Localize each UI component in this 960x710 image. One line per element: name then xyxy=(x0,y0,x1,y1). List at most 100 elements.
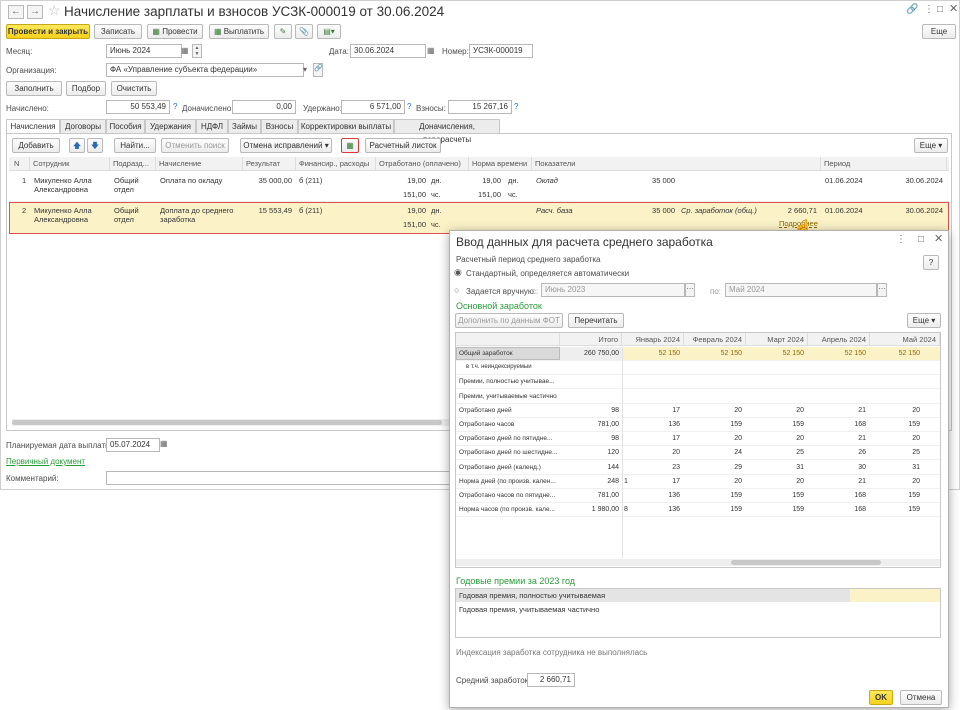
to-field[interactable]: Май 2024 xyxy=(725,283,877,297)
horizontal-scrollbar[interactable] xyxy=(12,419,449,426)
month-stepper[interactable]: ▲ ▼ xyxy=(192,44,202,58)
ok-button[interactable]: OK xyxy=(869,690,893,705)
grid-cell[interactable]: 20 xyxy=(684,478,742,485)
report-icon[interactable]: ▤▾ xyxy=(317,24,341,39)
grid-cell[interactable]: 159 xyxy=(870,421,920,428)
cancel-corrections-button[interactable]: Отмена исправлений ▾ xyxy=(240,138,332,153)
tab-contracts[interactable]: Договоры xyxy=(60,119,106,133)
grid-col-header[interactable]: Апрель 2024 xyxy=(808,333,870,346)
clear-button[interactable]: Очистить xyxy=(111,81,157,96)
col-period[interactable]: Период xyxy=(821,157,947,171)
col-financing[interactable]: Финансир., расходы xyxy=(296,157,376,171)
grid-cell[interactable]: 21 xyxy=(808,407,866,414)
grid-cell[interactable]: 168 xyxy=(808,421,866,428)
grid-cell[interactable]: 20 xyxy=(684,407,742,414)
cancel-button[interactable]: Отмена xyxy=(900,690,942,705)
grid-cell[interactable]: 136 xyxy=(622,506,680,513)
grid-col-header[interactable]: Январь 2024 xyxy=(622,333,684,346)
tab-more-button[interactable]: Еще ▾ xyxy=(914,138,948,153)
number-field[interactable]: УСЗК-000019 xyxy=(469,44,533,58)
move-up-icon[interactable]: 🡅 xyxy=(69,138,85,153)
grid-cell[interactable]: 159 xyxy=(746,506,804,513)
accrued-help[interactable]: ? xyxy=(173,102,177,111)
grid-col-header[interactable]: Май 2024 xyxy=(870,333,940,346)
grid-cell[interactable]: 136 xyxy=(622,492,680,499)
grid-scrollbar[interactable] xyxy=(456,559,940,566)
from-field[interactable]: Июнь 2023 xyxy=(541,283,685,297)
recalc-button[interactable]: Перечитать xyxy=(568,313,624,328)
grid-cell[interactable]: 25 xyxy=(746,449,804,456)
contrib-help[interactable]: ? xyxy=(514,102,518,111)
grid-cell[interactable]: 159 xyxy=(684,421,742,428)
grid-col-header[interactable]: Февраль 2024 xyxy=(684,333,746,346)
tab-accruals[interactable]: Начисления xyxy=(6,119,60,134)
grid-cell[interactable]: 26 xyxy=(808,449,866,456)
fill-button[interactable]: Заполнить xyxy=(6,81,62,96)
grid-cell[interactable]: 52 150 xyxy=(870,350,920,357)
org-dropdown-icon[interactable]: ▾ xyxy=(303,64,307,76)
pay-date-field[interactable]: 05.07.2024 xyxy=(106,438,160,452)
save-button[interactable]: Записать xyxy=(94,24,142,39)
col-employee[interactable]: Сотрудник xyxy=(30,157,110,171)
grid-cell[interactable]: 52 150 xyxy=(684,350,742,357)
grid-cell[interactable]: 29 xyxy=(684,464,742,471)
col-accrual[interactable]: Начисление xyxy=(156,157,243,171)
org-open-icon[interactable]: 🔗 xyxy=(313,63,323,77)
tab-ndfl[interactable]: НДФЛ xyxy=(196,119,228,133)
edit-icon[interactable]: ✎ xyxy=(274,24,292,39)
select-button[interactable]: Подбор xyxy=(66,81,106,96)
dialog-maximize-icon[interactable]: □ xyxy=(918,234,924,246)
grid-scrollbar-thumb[interactable] xyxy=(731,560,881,565)
grid-cell[interactable]: 17 xyxy=(622,478,680,485)
radio-auto-icon[interactable]: ◉ xyxy=(454,266,462,278)
grid-cell[interactable]: 52 150 xyxy=(808,350,866,357)
grid-cell[interactable]: 20 xyxy=(684,435,742,442)
grid-cell[interactable]: 31 xyxy=(746,464,804,471)
grid-col-header[interactable] xyxy=(456,333,560,346)
close-icon[interactable]: ✕ xyxy=(949,3,958,15)
grid-cell[interactable]: 23 xyxy=(622,464,680,471)
comment-field[interactable] xyxy=(106,471,451,485)
add-button[interactable]: Добавить xyxy=(12,138,60,153)
grid-cell[interactable]: 20 xyxy=(746,478,804,485)
col-n[interactable]: N xyxy=(11,157,30,171)
grid-cell[interactable]: 52 150 xyxy=(746,350,804,357)
grid-cell[interactable]: 20 xyxy=(870,435,920,442)
star-icon[interactable]: ☆ xyxy=(48,3,61,17)
from-stepper[interactable]: ⋯ xyxy=(685,283,695,297)
grid-cell[interactable]: 20 xyxy=(870,407,920,414)
post-button[interactable]: ▦ Провести xyxy=(147,24,203,39)
pay-button[interactable]: ▦ Выплатить xyxy=(209,24,269,39)
grid-cell[interactable]: 25 xyxy=(870,449,920,456)
fill-fot-button[interactable]: Дополнить по данным ФОТ xyxy=(455,313,563,328)
col-indicators[interactable]: Показатели xyxy=(532,157,821,171)
scrollbar-thumb[interactable] xyxy=(12,420,442,425)
back-icon[interactable]: ← xyxy=(8,5,24,19)
month-field[interactable]: Июнь 2024 xyxy=(106,44,182,58)
radio-manual-icon[interactable]: ○ xyxy=(454,284,459,296)
grid-cell[interactable]: 168 xyxy=(808,492,866,499)
bonus-row-value[interactable] xyxy=(850,589,940,602)
grid-cell[interactable]: 20 xyxy=(746,435,804,442)
col-result[interactable]: Результат xyxy=(243,157,296,171)
org-field[interactable]: ФА «Управление субъекта федерации» xyxy=(106,63,304,77)
more-button[interactable]: Еще xyxy=(922,24,956,39)
month-calendar-icon[interactable]: ▦ xyxy=(181,45,189,57)
grid-cell[interactable]: 159 xyxy=(684,492,742,499)
menu-dots-icon[interactable]: ⋮ xyxy=(924,4,934,16)
average-earnings-icon[interactable]: ▦ xyxy=(341,138,359,153)
grid-cell[interactable]: 30 xyxy=(808,464,866,471)
pay-date-calendar-icon[interactable]: ▦ xyxy=(160,438,168,450)
grid-cell[interactable]: 31 xyxy=(870,464,920,471)
grid-cell[interactable]: 20 xyxy=(746,407,804,414)
tab-adjustments[interactable]: Корректировки выплаты xyxy=(298,119,394,133)
tab-deductions[interactable]: Удержания xyxy=(145,119,196,133)
grid-cell[interactable]: 52 150 xyxy=(622,350,680,357)
post-and-close-button[interactable]: Провести и закрыть xyxy=(6,24,90,39)
tab-loans[interactable]: Займы xyxy=(228,119,261,133)
dialog-menu-icon[interactable]: ⋮ xyxy=(896,234,906,246)
cancel-search-button[interactable]: Отменить поиск xyxy=(161,138,229,153)
grid-cell[interactable]: 159 xyxy=(870,506,920,513)
dialog-more-button[interactable]: Еще ▾ xyxy=(907,313,941,328)
grid-cell[interactable]: 17 xyxy=(622,407,680,414)
